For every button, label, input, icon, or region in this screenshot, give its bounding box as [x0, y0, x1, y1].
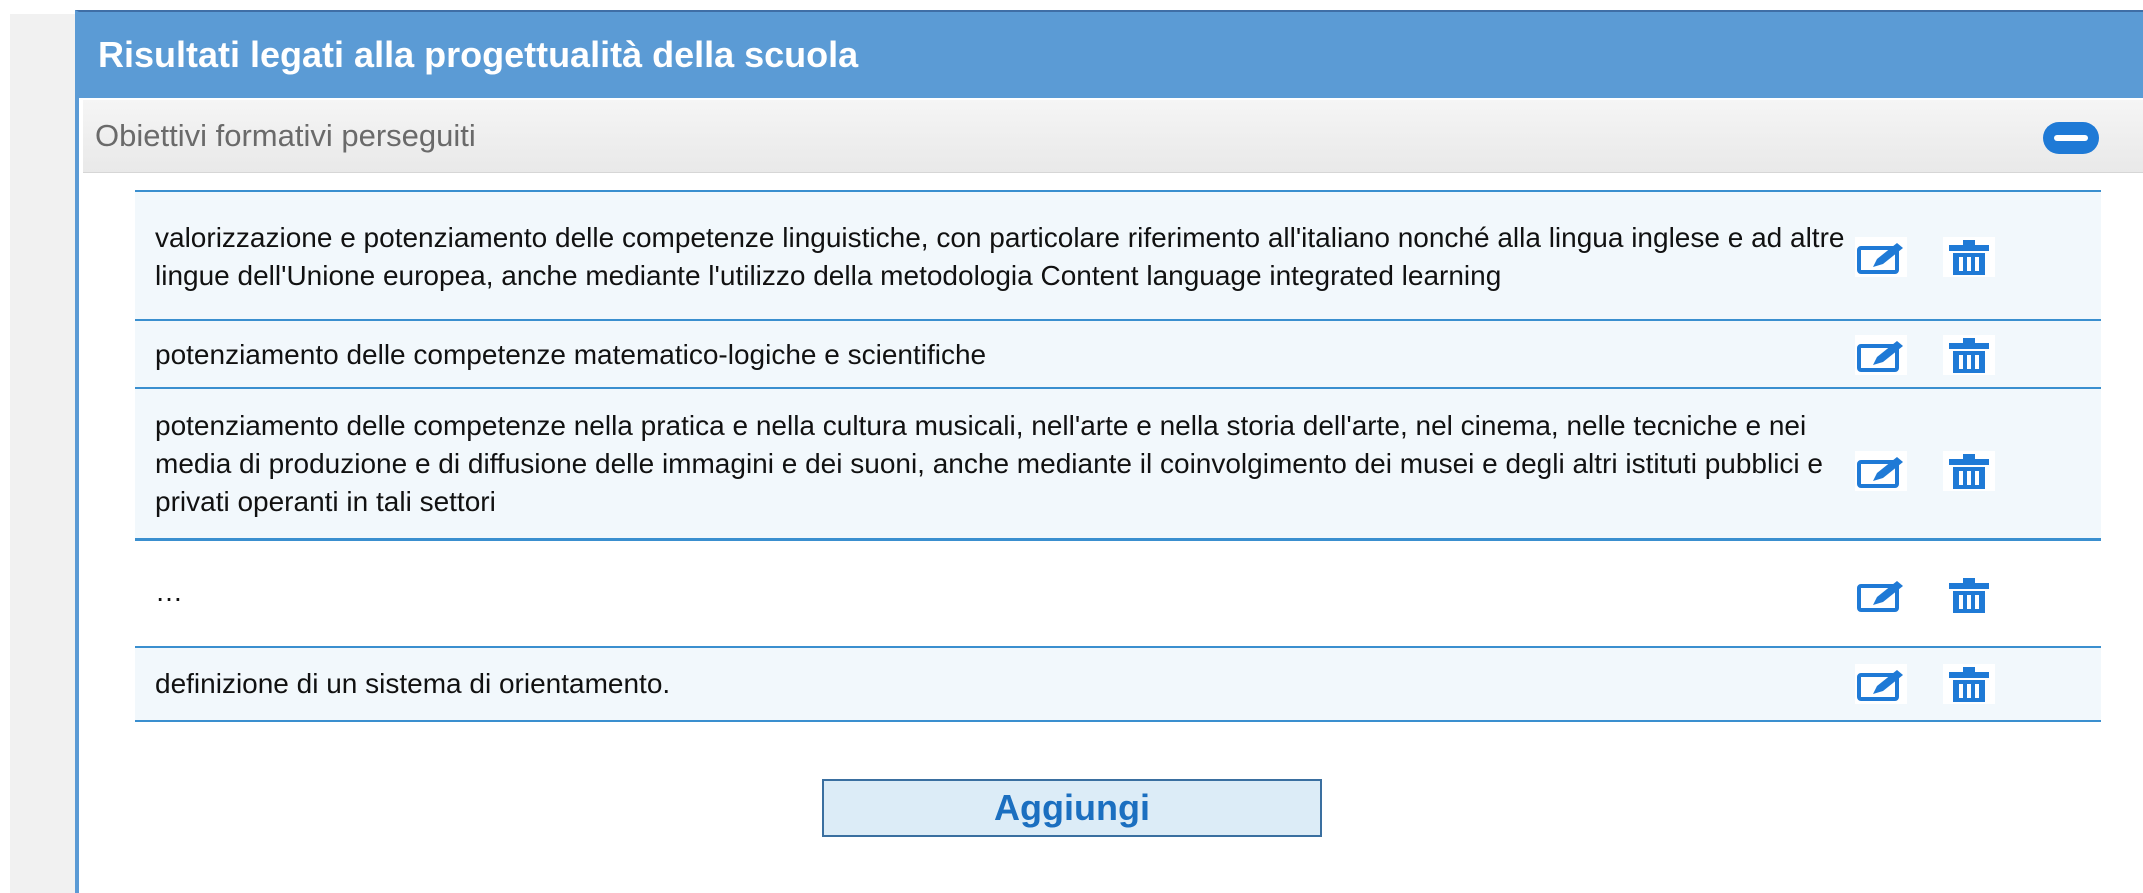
edit-icon [1857, 243, 1903, 274]
list-item: potenziamento delle competenze matematic… [135, 321, 2101, 389]
objective-text: potenziamento delle competenze nella pra… [155, 410, 1823, 517]
panel-header: Risultati legati alla progettualità dell… [79, 12, 2143, 98]
edit-icon [1857, 581, 1903, 612]
edit-button[interactable] [1855, 237, 1907, 277]
list-item: valorizzazione e potenziamento delle com… [135, 192, 2101, 321]
edit-button[interactable] [1855, 664, 1907, 704]
trash-icon [1949, 240, 1989, 275]
objective-text: definizione di un sistema di orientament… [155, 668, 671, 699]
objectives-list: valorizzazione e potenziamento delle com… [135, 190, 2101, 722]
subheader-title: Obiettivi formativi perseguiti [95, 118, 476, 153]
delete-button[interactable] [1943, 451, 1995, 491]
objective-text: … [155, 576, 183, 607]
edit-icon [1857, 457, 1903, 488]
gutter-strip [10, 14, 75, 893]
panel-title: Risultati legati alla progettualità dell… [98, 34, 859, 75]
edit-button[interactable] [1855, 451, 1907, 491]
objective-text: valorizzazione e potenziamento delle com… [155, 222, 1845, 291]
trash-icon [1949, 338, 1989, 373]
collapse-minus-icon[interactable] [2043, 122, 2099, 154]
delete-button[interactable] [1943, 237, 1995, 277]
edit-icon [1857, 670, 1903, 701]
objectives-subheader: Obiettivi formativi perseguiti [83, 100, 2143, 173]
trash-icon [1949, 578, 1989, 613]
delete-button[interactable] [1943, 335, 1995, 375]
list-item: definizione di un sistema di orientament… [135, 648, 2101, 722]
left-gutter [0, 0, 78, 893]
edit-icon [1857, 341, 1903, 372]
trash-icon [1949, 667, 1989, 702]
delete-button[interactable] [1943, 575, 1995, 615]
objective-text: potenziamento delle competenze matematic… [155, 339, 987, 370]
list-item: … [135, 541, 2101, 648]
edit-button[interactable] [1855, 575, 1907, 615]
delete-button[interactable] [1943, 664, 1995, 704]
results-panel: Risultati legati alla progettualità dell… [75, 10, 2143, 893]
trash-icon [1949, 454, 1989, 489]
edit-button[interactable] [1855, 335, 1907, 375]
add-button[interactable]: Aggiungi [822, 779, 1322, 837]
list-item: potenziamento delle competenze nella pra… [135, 389, 2101, 541]
